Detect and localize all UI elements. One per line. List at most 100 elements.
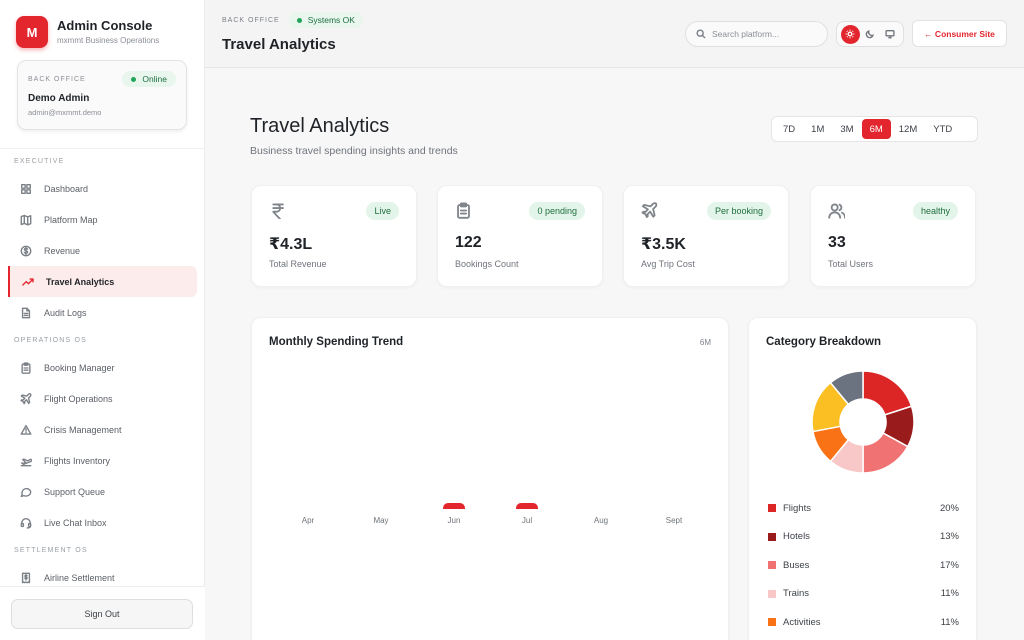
dollar-icon	[20, 245, 32, 256]
month-label: Aug	[593, 516, 609, 525]
page-subtitle: Business travel spending insights and tr…	[250, 145, 458, 157]
online-status-badge: Online	[122, 71, 176, 87]
time-range-selector: 7D 1M 3M 6M 12M YTD	[771, 116, 978, 142]
grid-icon	[21, 183, 31, 194]
header-title: Travel Analytics	[222, 36, 336, 53]
range-button-ytd[interactable]: YTD	[925, 119, 960, 139]
page-title: Travel Analytics	[250, 115, 390, 137]
sidebar-item-platform-map[interactable]: Platform Map	[0, 204, 197, 235]
consumer-site-button[interactable]: ← Consumer Site	[912, 20, 1007, 47]
users-icon	[828, 203, 846, 219]
legend-item[interactable]: Activities 11%	[768, 614, 959, 630]
nav-section-title: EXECUTIVE	[14, 158, 65, 165]
moon-icon	[865, 30, 874, 39]
stat-label: Total Revenue	[269, 259, 327, 269]
trend-range-tag: 6M	[699, 338, 711, 347]
month-label: Jun	[447, 516, 461, 525]
trend-bar[interactable]	[516, 503, 538, 509]
sidebar-item-flight-operations[interactable]: Flight Operations	[0, 383, 197, 414]
sidebar: M Admin Console mxmmt Business Operation…	[0, 0, 205, 640]
rupee-icon	[272, 203, 284, 221]
sidebar-item-live-chat-inbox[interactable]: Live Chat Inbox	[0, 507, 197, 538]
sidebar-item-booking-manager[interactable]: Booking Manager	[0, 352, 197, 383]
range-button-6m[interactable]: 6M	[861, 119, 891, 139]
sidebar-item-travel-analytics[interactable]: Travel Analytics	[8, 266, 197, 297]
dark-theme-button[interactable]	[861, 25, 880, 44]
search-box[interactable]	[685, 21, 828, 47]
sidebar-item-flights-inventory[interactable]: Flights Inventory	[0, 445, 197, 476]
sidebar-item-label: Revenue	[44, 245, 81, 256]
search-input[interactable]	[712, 29, 822, 39]
sign-out-button[interactable]: Sign Out	[11, 599, 193, 629]
legend-percent: 11%	[940, 616, 959, 628]
legend-item[interactable]: Hotels 13%	[768, 529, 959, 545]
legend-item[interactable]: Trains 11%	[768, 586, 959, 602]
monthly-trend-card: Monthly Spending Trend 6M Apr May Jun Jul Au…	[251, 317, 729, 640]
system-theme-button[interactable]	[881, 25, 900, 44]
legend-percent: 20%	[939, 502, 959, 514]
online-status-text: Online	[142, 74, 167, 84]
breadcrumb-label: BACK OFFICE	[222, 16, 280, 24]
light-theme-button[interactable]	[840, 24, 860, 44]
stat-card-avg-trip-cost: Per booking ₹3.5K Avg Trip Cost	[623, 185, 789, 287]
plane-icon	[641, 202, 658, 218]
clipboard-icon	[457, 202, 470, 219]
sidebar-nav: EXECUTIVE Dashboard Platform Map Revenue Tra…	[0, 148, 205, 593]
sidebar-item-label: Flight Operations	[44, 393, 113, 404]
headset-icon	[20, 517, 32, 529]
brand-title: Admin Console	[57, 17, 153, 33]
theme-switcher	[836, 21, 904, 47]
breadcrumb: BACK OFFICE Systems OK	[222, 12, 363, 28]
sidebar-item-revenue[interactable]: Revenue	[0, 235, 197, 266]
stat-label: Total Users	[828, 259, 874, 269]
category-donut-chart	[811, 370, 915, 474]
stat-card-bookings-count: 0 pending 122 Bookings Count	[437, 185, 603, 287]
range-button-3m[interactable]: 3M	[832, 119, 861, 139]
trend-bar[interactable]	[443, 503, 465, 509]
trending-up-icon	[22, 277, 34, 286]
sidebar-item-dashboard[interactable]: Dashboard	[0, 173, 197, 204]
legend-label: Activities	[783, 616, 821, 628]
sidebar-item-label: Booking Manager	[44, 362, 115, 373]
sidebar-item-label: Live Chat Inbox	[44, 517, 107, 528]
range-button-12m[interactable]: 12M	[891, 119, 925, 139]
stat-label: Bookings Count	[455, 259, 519, 269]
sidebar-item-support-queue[interactable]: Support Queue	[0, 476, 197, 507]
stat-label: Avg Trip Cost	[641, 259, 695, 269]
range-button-7d[interactable]: 7D	[775, 119, 803, 139]
legend-item[interactable]: Buses 17%	[768, 557, 959, 573]
sidebar-item-label: Crisis Management	[44, 424, 122, 435]
legend-item[interactable]: Flights 20%	[768, 500, 959, 516]
legend-swatch	[768, 589, 776, 598]
systems-dot-icon	[296, 17, 302, 23]
range-button-1m[interactable]: 1M	[803, 119, 832, 139]
signout-area: Sign Out	[0, 586, 205, 640]
search-icon	[696, 29, 706, 39]
trend-title: Monthly Spending Trend	[269, 336, 404, 348]
monitor-icon	[885, 29, 895, 39]
legend-swatch	[768, 504, 776, 512]
sidebar-item-audit-logs[interactable]: Audit Logs	[0, 297, 197, 328]
legend-percent: 17%	[939, 559, 959, 571]
brand-subtitle: mxmmt Business Operations	[57, 35, 160, 45]
month-label: Apr	[301, 516, 315, 525]
stat-card-total-revenue: Live ₹4.3L Total Revenue	[251, 185, 417, 287]
brand[interactable]: M Admin Console mxmmt Business Operation…	[16, 16, 159, 48]
legend-label: Hotels	[783, 531, 810, 542]
user-card-label: BACK OFFICE	[28, 75, 86, 83]
user-card: BACK OFFICE Online Demo Admin admin@mxmm…	[17, 60, 187, 130]
legend-swatch	[768, 618, 776, 626]
legend-label: Trains	[783, 588, 810, 599]
sidebar-item-crisis-management[interactable]: Crisis Management	[0, 414, 197, 445]
month-label: Jul	[521, 516, 533, 525]
systems-status-text: Systems OK	[307, 15, 355, 25]
stat-badge: healthy	[912, 202, 958, 220]
stat-value: 122	[455, 234, 482, 251]
file-icon	[21, 307, 31, 318]
sidebar-item-label: Support Queue	[44, 486, 106, 497]
nav-section-title: SETTLEMENT OS	[14, 547, 88, 554]
systems-status-badge: Systems OK	[288, 12, 363, 28]
stat-value: 33	[828, 234, 846, 251]
category-breakdown-card: Category Breakdown Flights 20% Hotels 13% Bu…	[748, 317, 977, 640]
stat-value: ₹4.3L	[269, 236, 313, 253]
